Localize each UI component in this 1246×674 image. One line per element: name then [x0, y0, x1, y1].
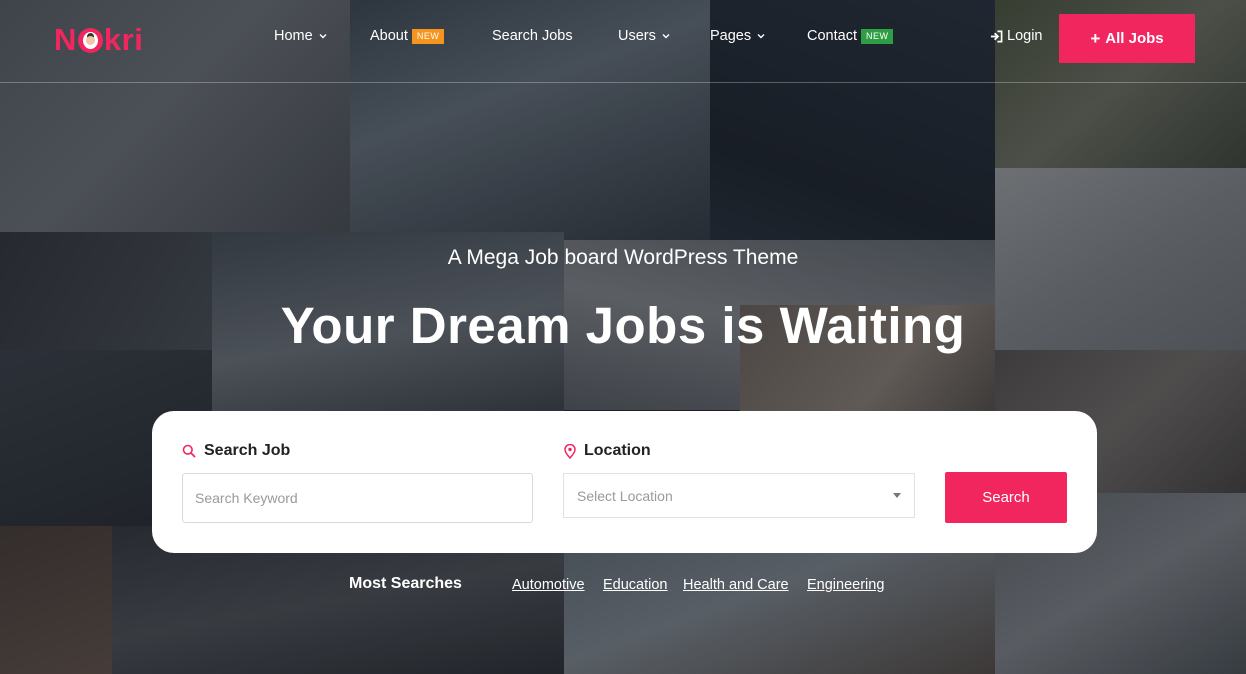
- nav-item-label: Users: [618, 28, 656, 44]
- nav-item-users[interactable]: Users: [618, 28, 671, 44]
- chevron-down-icon: [319, 34, 327, 39]
- nav-item-label: Pages: [710, 28, 752, 44]
- all-jobs-button[interactable]: + All Jobs: [1059, 14, 1195, 63]
- all-jobs-label: All Jobs: [1105, 30, 1164, 47]
- nav-item-label: Contact: [807, 28, 857, 44]
- nav-item-search-jobs[interactable]: Search Jobs: [492, 28, 573, 44]
- plus-icon: +: [1090, 28, 1101, 48]
- search-card: Search Job Location Select Location Sear…: [152, 411, 1097, 553]
- keyword-label-text: Search Job: [204, 442, 291, 459]
- hero-subtitle: A Mega Job board WordPress Theme: [447, 246, 799, 269]
- search-tag-link[interactable]: Health and Care: [683, 577, 789, 593]
- logo-letter: N: [54, 22, 77, 57]
- caret-down-icon: [893, 493, 901, 498]
- site-header: N kri Home About NEW Search Jobs Users P…: [0, 0, 1246, 83]
- location-label-text: Location: [584, 442, 651, 459]
- map-pin-icon: [564, 443, 576, 459]
- nav-item-label: Home: [274, 28, 313, 44]
- chevron-down-icon: [662, 34, 670, 39]
- login-link[interactable]: Login: [990, 28, 1042, 44]
- most-searches-label: Most Searches: [349, 575, 462, 592]
- hero-title: Your Dream Jobs is Waiting: [280, 297, 966, 354]
- chevron-down-icon: [757, 34, 765, 39]
- new-badge: NEW: [860, 28, 894, 44]
- login-label: Login: [1007, 28, 1043, 44]
- new-badge: NEW: [411, 28, 445, 44]
- logo-avatar-icon: [77, 27, 103, 53]
- search-keyword-input[interactable]: [182, 473, 533, 523]
- site-logo[interactable]: N kri: [54, 22, 143, 58]
- location-select[interactable]: Select Location: [563, 473, 915, 518]
- nav-item-contact[interactable]: Contact NEW: [807, 28, 894, 44]
- search-tag-link[interactable]: Automotive: [512, 577, 585, 593]
- nav-item-label: About: [370, 28, 408, 44]
- search-tag-link[interactable]: Engineering: [807, 577, 884, 593]
- sign-in-icon: [990, 30, 1003, 42]
- location-label: Location: [564, 442, 651, 460]
- keyword-label: Search Job: [182, 442, 290, 460]
- logo-text: kri: [103, 22, 144, 57]
- search-tag-link[interactable]: Education: [603, 577, 668, 593]
- search-icon: [182, 444, 196, 458]
- nav-item-pages[interactable]: Pages: [710, 28, 766, 44]
- search-button[interactable]: Search: [945, 472, 1067, 523]
- nav-item-home[interactable]: Home: [274, 28, 328, 44]
- location-select-value: Select Location: [577, 487, 673, 504]
- nav-item-label: Search Jobs: [492, 28, 573, 44]
- nav-item-about[interactable]: About NEW: [370, 28, 445, 44]
